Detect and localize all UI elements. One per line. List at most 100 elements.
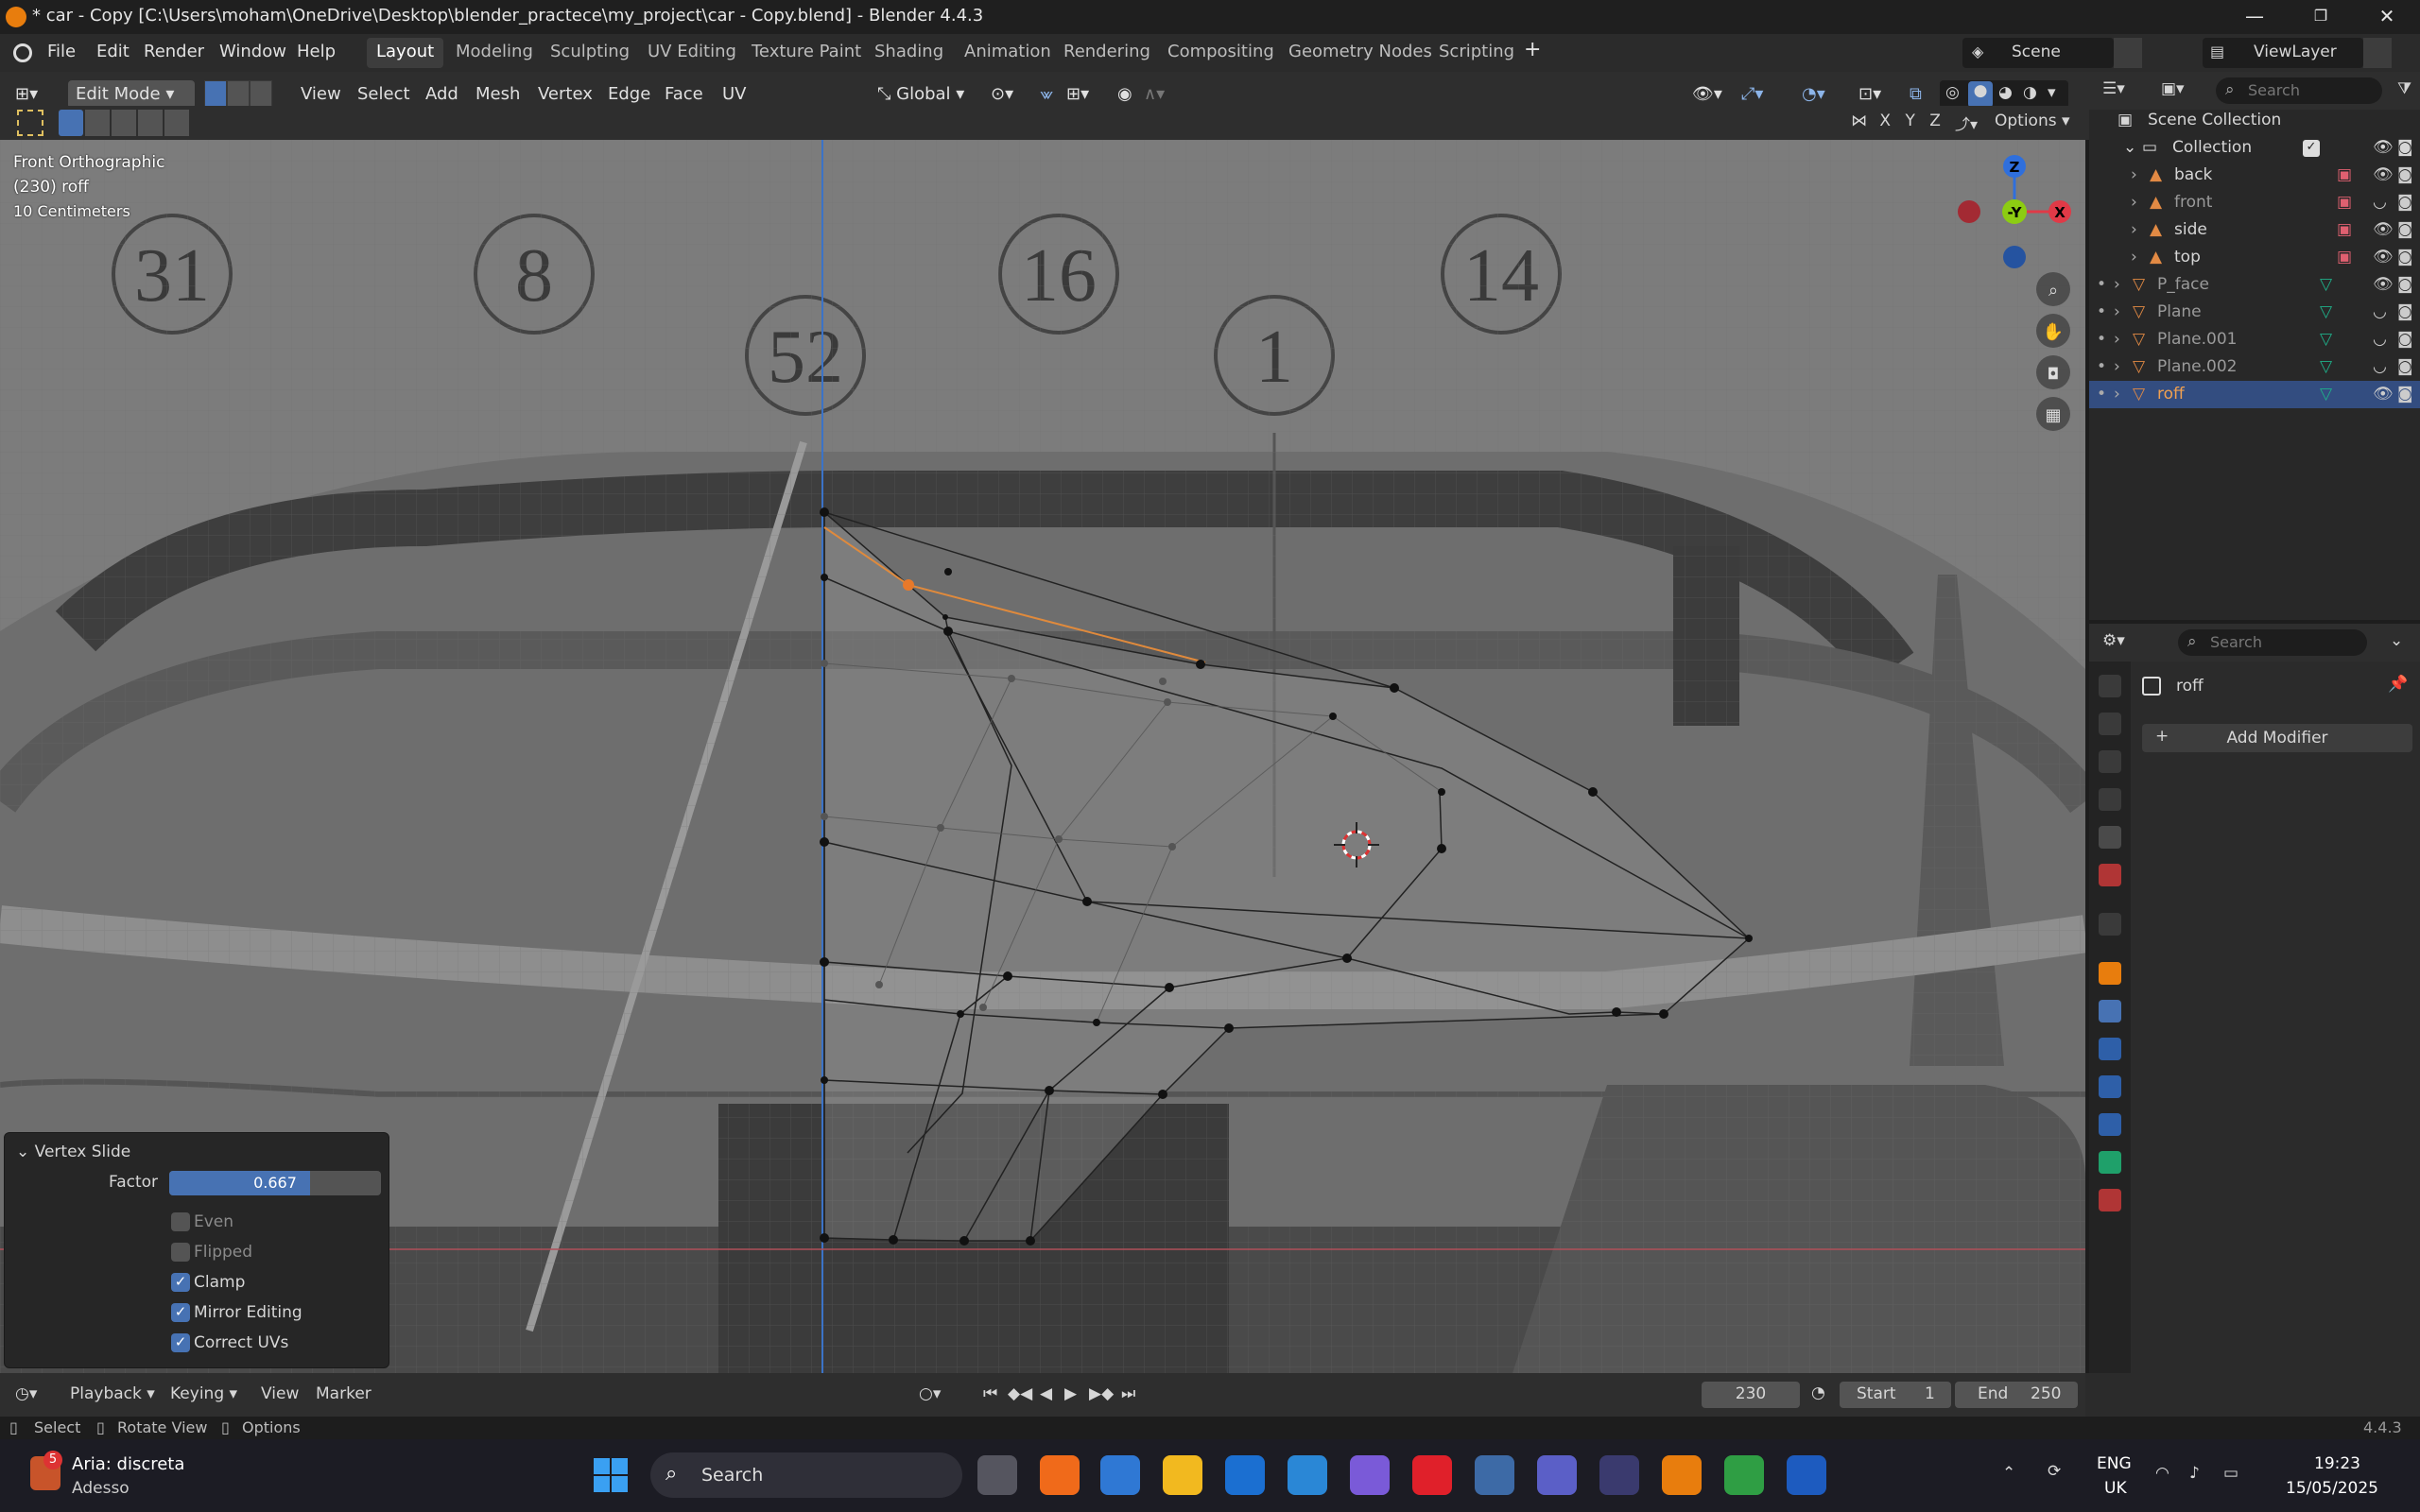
expand-icon[interactable]: › bbox=[2114, 302, 2120, 321]
render-camera-icon[interactable]: ◙ bbox=[2397, 248, 2413, 266]
render-camera-icon[interactable]: ◙ bbox=[2397, 330, 2413, 349]
outliner-item-plane-002[interactable]: • › ▽ Plane.002 ▽ ◡ ◙ bbox=[2089, 353, 2420, 381]
menu-edit[interactable]: Edit bbox=[96, 42, 130, 61]
blender-menu-icon[interactable] bbox=[13, 43, 32, 62]
tab-layout[interactable]: Layout bbox=[367, 38, 444, 68]
tab-geometry-nodes[interactable]: Geometry Nodes bbox=[1279, 38, 1442, 68]
vertex-select-mode-icon[interactable] bbox=[204, 80, 227, 109]
even-checkbox[interactable] bbox=[171, 1212, 190, 1231]
tab-sculpting[interactable]: Sculpting bbox=[541, 38, 639, 68]
outliner-item-roff[interactable]: • › ▽ roff ▽ 👁 ◙ bbox=[2089, 381, 2420, 408]
object-tab-icon[interactable] bbox=[2099, 962, 2121, 985]
eclipse-icon[interactable] bbox=[1599, 1455, 1639, 1495]
menu-file[interactable]: File bbox=[47, 42, 76, 61]
outliner-scene-collection[interactable]: ▣ Scene Collection bbox=[2089, 107, 2420, 134]
current-frame-field[interactable]: 230 bbox=[1702, 1382, 1800, 1408]
outliner-collection[interactable]: ⌄ ▭ Collection ✓ 👁 ◙ bbox=[2089, 134, 2420, 162]
falloff-icon[interactable]: ∧▾ bbox=[1144, 80, 1165, 109]
vscode-icon[interactable] bbox=[1288, 1455, 1327, 1495]
start-frame-field[interactable]: Start 1 bbox=[1840, 1382, 1951, 1408]
wireframe-shading-icon[interactable]: ◎ bbox=[1945, 83, 1960, 102]
particles-tab-icon[interactable] bbox=[2099, 1038, 2121, 1060]
sync-icon[interactable]: ⟳ bbox=[2048, 1462, 2061, 1481]
marker-menu[interactable]: Marker bbox=[316, 1384, 372, 1403]
menu-help[interactable]: Help bbox=[297, 42, 336, 61]
postgres-icon[interactable] bbox=[1475, 1455, 1514, 1495]
eye-icon[interactable]: ◡ bbox=[2373, 357, 2387, 376]
collection-tab-icon[interactable] bbox=[2099, 913, 2121, 936]
filter-icon[interactable]: ⧩ bbox=[2397, 79, 2411, 98]
taskbar-search[interactable]: ⌕ Search bbox=[650, 1452, 962, 1498]
mirror-editing-checkbox[interactable]: ✓ bbox=[171, 1303, 190, 1322]
tool-tab-icon[interactable] bbox=[2099, 675, 2121, 697]
new-scene-button[interactable] bbox=[2114, 38, 2142, 68]
correct-uvs-checkbox[interactable]: ✓ bbox=[171, 1333, 190, 1352]
eye-icon[interactable]: 👁 bbox=[2373, 248, 2394, 266]
select-invert-icon[interactable] bbox=[138, 110, 163, 136]
render-camera-icon[interactable]: ◙ bbox=[2397, 165, 2413, 184]
render-camera-icon[interactable]: ◙ bbox=[2397, 138, 2413, 157]
volume-icon[interactable]: ♪ bbox=[2189, 1464, 2200, 1483]
mesh-edit-overlays-icon[interactable]: ⊡▾ bbox=[1858, 80, 1881, 109]
outliner-editor-type-icon[interactable]: ☰▾ bbox=[2102, 79, 2125, 98]
keying-menu[interactable]: Keying ▾ bbox=[170, 1384, 237, 1403]
close-button[interactable]: ✕ bbox=[2354, 0, 2420, 34]
properties-search-input[interactable]: ⌕ Search bbox=[2178, 629, 2367, 656]
visibility-dot-icon[interactable]: • bbox=[2097, 385, 2106, 404]
blender-taskbar-icon[interactable] bbox=[1662, 1455, 1702, 1495]
maximize-button[interactable]: ❐ bbox=[2288, 0, 2354, 34]
outliner-item-back[interactable]: › ▲ back ▣ 👁 ◙ bbox=[2089, 162, 2420, 189]
render-tab-icon[interactable] bbox=[2099, 713, 2121, 735]
chrome-icon[interactable] bbox=[1724, 1455, 1764, 1495]
outliner-item-side[interactable]: › ▲ side ▣ 👁 ◙ bbox=[2089, 216, 2420, 244]
scene-selector[interactable]: ◈ Scene bbox=[1962, 38, 2114, 68]
view-layer-selector[interactable]: ▤ ViewLayer bbox=[2203, 38, 2363, 68]
mesh-symmetry-icon[interactable]: ⤴▾ bbox=[1955, 112, 1978, 134]
active-vertex[interactable] bbox=[903, 579, 914, 591]
output-tab-icon[interactable] bbox=[2099, 750, 2121, 773]
physics-tab-icon[interactable] bbox=[2099, 1075, 2121, 1098]
render-camera-icon[interactable]: ◙ bbox=[2397, 357, 2413, 376]
menu-view[interactable]: View bbox=[301, 80, 341, 109]
select-intersect-icon[interactable] bbox=[164, 110, 189, 136]
expand-icon[interactable]: › bbox=[2114, 330, 2120, 349]
vertex-slide-header[interactable]: ⌄ Vertex Slide bbox=[16, 1143, 130, 1161]
playback-menu[interactable]: Playback ▾ bbox=[70, 1384, 155, 1403]
visibility-icon[interactable]: 👁▾ bbox=[1692, 80, 1722, 109]
eye-icon[interactable]: 👁 bbox=[2373, 385, 2394, 404]
eye-icon[interactable]: 👁 bbox=[2373, 138, 2394, 157]
mode-selector[interactable]: Edit Mode ▾ bbox=[68, 80, 195, 109]
add-workspace-button[interactable]: + bbox=[1524, 38, 1541, 61]
file-explorer-icon[interactable] bbox=[1163, 1455, 1202, 1495]
start-button[interactable] bbox=[594, 1458, 628, 1492]
snap-icon[interactable]: ⩖ bbox=[1040, 80, 1053, 109]
properties-editor-type-icon[interactable]: ⚙▾ bbox=[2102, 631, 2125, 650]
auto-keying-icon[interactable]: ○▾ bbox=[919, 1384, 941, 1403]
eye-icon[interactable]: ◡ bbox=[2373, 302, 2387, 321]
gizmo-icon[interactable]: ⤢▾ bbox=[1741, 80, 1763, 109]
factor-slider[interactable]: 0.667 bbox=[169, 1171, 381, 1195]
render-camera-icon[interactable]: ◙ bbox=[2397, 193, 2413, 212]
tab-scripting[interactable]: Scripting bbox=[1429, 38, 1524, 68]
outliner-search-input[interactable]: ⌕ Search bbox=[2216, 77, 2382, 104]
data-tab-icon[interactable] bbox=[2099, 1151, 2121, 1174]
language[interactable]: ENG bbox=[2097, 1454, 2132, 1473]
options-dropdown[interactable]: Options ▾ bbox=[1995, 112, 2070, 130]
jump-keyframe-forward-icon[interactable]: ▶◆ bbox=[1089, 1384, 1114, 1403]
expand-icon[interactable]: › bbox=[2131, 220, 2137, 239]
select-box-tool-icon[interactable] bbox=[17, 110, 43, 136]
mirror-z-toggle[interactable]: Z bbox=[1929, 112, 1941, 130]
timeline-editor-type-icon[interactable]: ◷▾ bbox=[15, 1384, 37, 1403]
pivot-point-icon[interactable]: ⊙▾ bbox=[991, 80, 1013, 109]
solid-shading-icon[interactable]: ● bbox=[1968, 81, 1993, 108]
select-new-icon[interactable] bbox=[59, 110, 83, 136]
select-subtract-icon[interactable] bbox=[112, 110, 136, 136]
snap-target-icon[interactable]: ⊞▾ bbox=[1066, 80, 1089, 109]
app-icon[interactable] bbox=[1040, 1455, 1080, 1495]
jump-end-icon[interactable]: ⏭ bbox=[1121, 1384, 1135, 1403]
shading-options-icon[interactable]: ▾ bbox=[2048, 83, 2056, 102]
mirror-x-toggle[interactable]: X bbox=[1879, 112, 1891, 130]
m365-icon[interactable] bbox=[1350, 1455, 1390, 1495]
outliner-item-plane-001[interactable]: • › ▽ Plane.001 ▽ ◡ ◙ bbox=[2089, 326, 2420, 353]
gizmo-neg-x-axis[interactable] bbox=[1958, 200, 1980, 223]
